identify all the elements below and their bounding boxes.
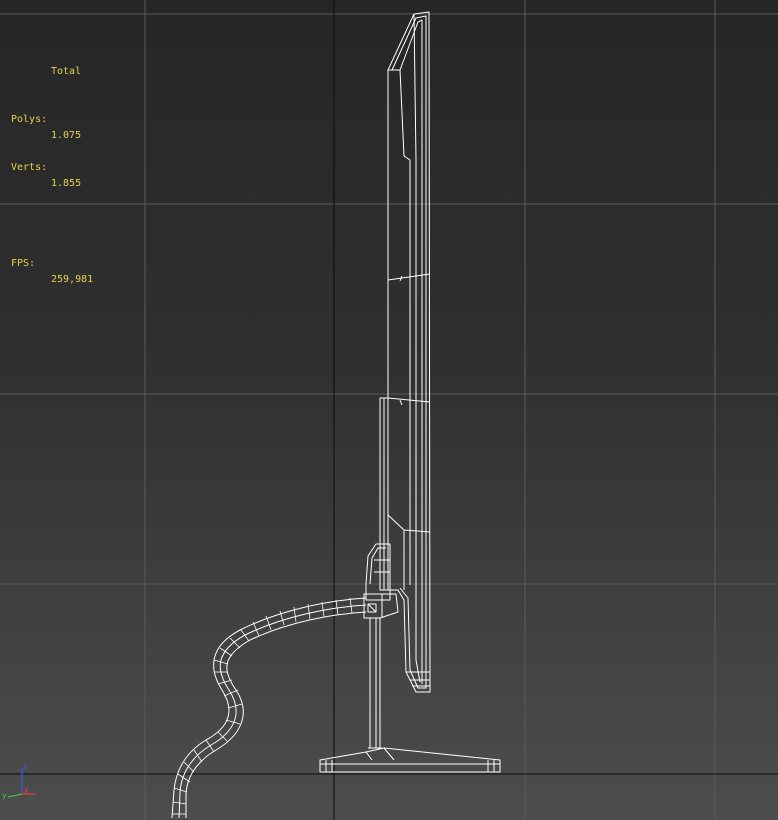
stats-header-row: Total (11, 48, 81, 77)
monitor-stand-neck[interactable] (368, 618, 382, 749)
fps-label: FPS: (11, 258, 36, 269)
axis-gizmo: z x y (2, 762, 36, 800)
monitor-panel[interactable] (379, 11, 431, 693)
wireframe-scene[interactable] (0, 0, 778, 820)
monitor-cable[interactable] (171, 597, 367, 819)
z-axis-label: z (23, 762, 27, 771)
grid (0, 0, 778, 820)
polys-value: 1.075 (51, 130, 82, 141)
verts-label: Verts: (11, 162, 48, 173)
polys-label: Polys: (11, 114, 48, 125)
fps-value: 259,981 (51, 274, 94, 285)
statistics-overlay: Total Polys: 1.075 Verts: 1.855 FPS: 259… (11, 16, 93, 288)
verts-value: 1.855 (51, 178, 82, 189)
stats-polys-row: Polys: 1.075 (11, 96, 81, 141)
y-axis-line (7, 793, 23, 798)
monitor-model[interactable] (171, 11, 501, 819)
home-grid-axes (0, 0, 778, 820)
x-axis-label: x (24, 786, 29, 795)
viewport[interactable]: Total Polys: 1.075 Verts: 1.855 FPS: 259… (0, 0, 778, 820)
stats-fps-row: FPS: 259,981 (11, 240, 93, 285)
monitor-stand-base[interactable] (319, 747, 501, 773)
y-axis-label: y (2, 791, 7, 800)
stats-header: Total (51, 66, 82, 77)
monitor-hinge[interactable] (363, 543, 399, 619)
stats-verts-row: Verts: 1.855 (11, 144, 81, 189)
